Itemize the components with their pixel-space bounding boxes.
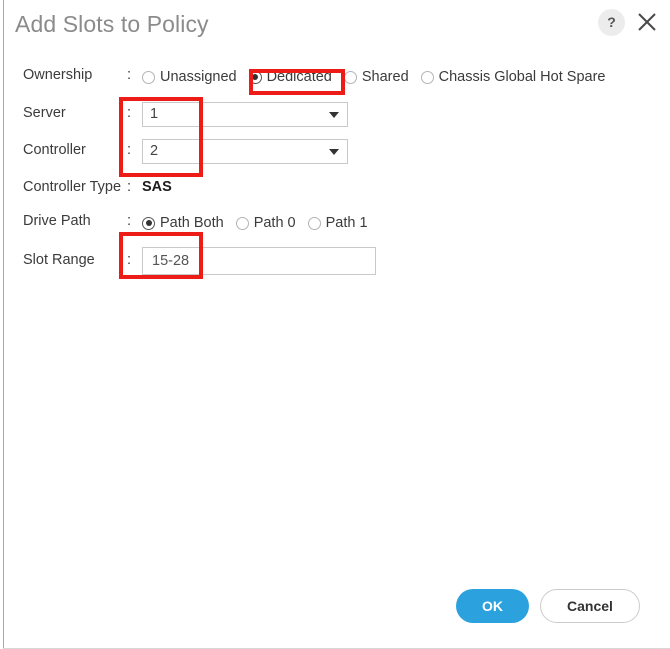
- help-icon[interactable]: ?: [598, 9, 625, 36]
- radio-label-path-0: Path 0: [253, 215, 296, 231]
- controller-control: 2: [142, 139, 348, 164]
- radio-label-chassis-global-hot-spare: Chassis Global Hot Spare: [438, 69, 606, 85]
- ownership-label: Ownership: [23, 67, 93, 83]
- server-select[interactable]: 1: [142, 102, 348, 127]
- drive-path-radio-group: Path Both Path 0 Path 1: [142, 210, 368, 236]
- form-row-slot-range: Slot Range : 15-28: [0, 245, 670, 275]
- form-row-drive-path: Drive Path : Path Both Path 0 Path 1: [0, 210, 670, 236]
- slot-range-input-value: 15-28: [152, 253, 190, 269]
- server-label: Server: [23, 105, 66, 121]
- server-select-value: 1: [150, 106, 159, 122]
- server-separator: :: [127, 105, 132, 121]
- radio-label-unassigned: Unassigned: [160, 69, 237, 85]
- controller-separator: :: [127, 142, 132, 158]
- radio-option-path-0[interactable]: Path 0: [235, 215, 296, 231]
- page-title: Add Slots to Policy: [15, 11, 209, 37]
- cancel-button[interactable]: Cancel: [540, 589, 640, 623]
- controller-type-label: Controller Type: [23, 179, 122, 195]
- dialog-header: Add Slots to Policy ?: [0, 0, 670, 50]
- drive-path-separator: :: [127, 213, 132, 229]
- form-row-server: Server : 1: [0, 102, 670, 128]
- radio-icon-dedicated: [248, 70, 262, 84]
- form-row-ownership: Ownership : Unassigned Dedicated Shared: [0, 64, 670, 90]
- footer-buttons: OK Cancel: [0, 589, 670, 629]
- radio-option-unassigned[interactable]: Unassigned: [142, 69, 237, 85]
- dialog-left-border: [3, 0, 4, 649]
- close-icon[interactable]: [634, 9, 660, 35]
- radio-option-chassis-global-hot-spare[interactable]: Chassis Global Hot Spare: [420, 69, 606, 85]
- radio-label-path-both: Path Both: [160, 215, 224, 231]
- radio-icon-path-both: [142, 216, 155, 230]
- controller-type-value: SAS: [142, 179, 172, 195]
- ok-button[interactable]: OK: [456, 589, 529, 623]
- radio-option-shared[interactable]: Shared: [343, 69, 409, 85]
- slot-range-separator: :: [127, 252, 132, 268]
- drive-path-label: Drive Path: [23, 213, 91, 229]
- chevron-down-icon: [329, 149, 339, 155]
- radio-label-dedicated: Dedicated: [266, 69, 332, 85]
- drive-path-control: Path Both Path 0 Path 1: [142, 210, 368, 236]
- radio-label-shared: Shared: [361, 69, 409, 85]
- form-row-controller: Controller : 2: [0, 139, 670, 165]
- chevron-down-icon: [329, 112, 339, 118]
- controller-label: Controller: [23, 142, 86, 158]
- radio-label-path-1: Path 1: [325, 215, 368, 231]
- slot-range-input[interactable]: 15-28: [142, 247, 376, 275]
- radio-option-dedicated[interactable]: Dedicated: [248, 69, 332, 85]
- server-control: 1: [142, 102, 348, 127]
- radio-option-path-1[interactable]: Path 1: [307, 215, 368, 231]
- slot-range-control: 15-28: [142, 247, 376, 275]
- controller-type-separator: :: [127, 179, 132, 195]
- controller-select[interactable]: 2: [142, 139, 348, 164]
- ownership-control: Unassigned Dedicated Shared Chassis Glob…: [142, 64, 605, 90]
- radio-icon-unassigned: [142, 70, 155, 84]
- ownership-radio-group: Unassigned Dedicated Shared Chassis Glob…: [142, 64, 605, 90]
- radio-icon-path-1: [307, 216, 321, 230]
- form-row-controller-type: Controller Type : SAS: [0, 176, 670, 202]
- radio-icon-chassis-global-hot-spare: [420, 70, 434, 84]
- slot-range-label: Slot Range: [23, 252, 95, 268]
- ownership-separator: :: [127, 67, 132, 83]
- radio-icon-path-0: [235, 216, 249, 230]
- controller-select-value: 2: [150, 143, 159, 159]
- radio-option-path-both[interactable]: Path Both: [142, 215, 224, 231]
- radio-icon-shared: [343, 70, 357, 84]
